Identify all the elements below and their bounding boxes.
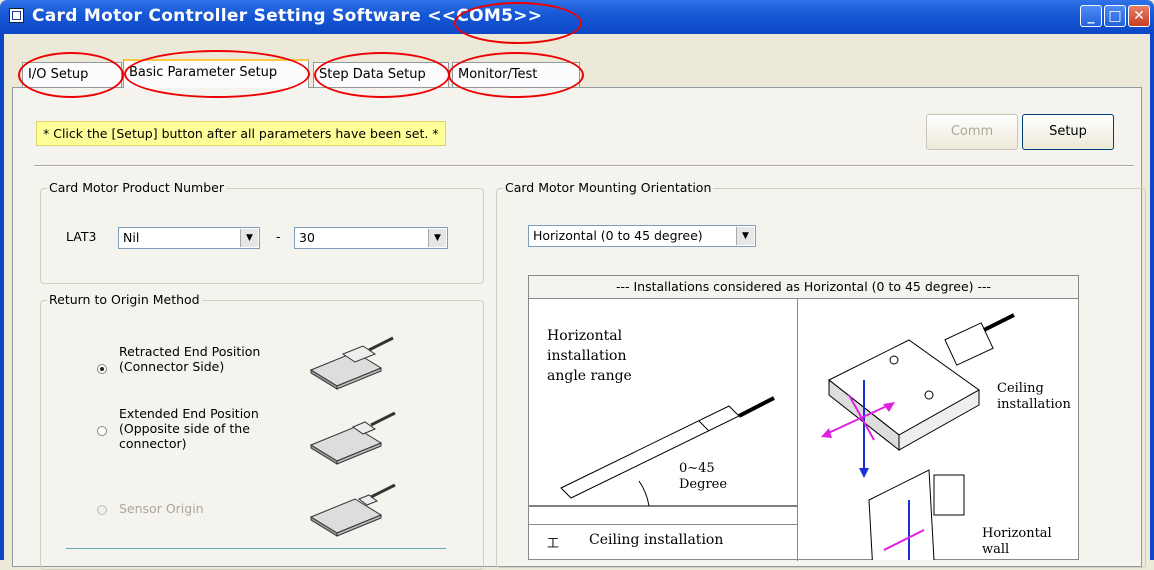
figure-divider-vertical (797, 298, 798, 561)
tab-monitor-test[interactable]: Monitor/Test (452, 62, 580, 87)
chevron-down-icon: ▼ (428, 229, 446, 247)
chevron-down-icon: ▼ (240, 229, 258, 247)
sensor-origin-label: Sensor Origin (119, 501, 204, 516)
horizontal-angle-diagram: 0∼45 Degree (529, 396, 797, 507)
origin-method-legend: Return to Origin Method (47, 292, 202, 307)
dash-label: - (276, 229, 281, 244)
card-motor-image-extended (309, 411, 396, 465)
installation-figure: --- Installations considered as Horizont… (528, 275, 1079, 561)
window-frame-right (1150, 34, 1154, 560)
svg-text:Horizontal: Horizontal (982, 526, 1052, 541)
tab-step-data-setup[interactable]: Step Data Setup (313, 62, 449, 87)
horizontal-angle-label: Horizontal installation angle range (547, 328, 632, 384)
ceiling-installation-diagram: Ceiling installation Horizontal wall (821, 313, 1071, 560)
close-button[interactable]: ✕ (1128, 5, 1150, 27)
chevron-down-icon: ▼ (736, 227, 754, 245)
title-bar: Card Motor Controller Setting Software <… (0, 0, 1154, 34)
window-title-text: Card Motor Controller Setting Software (32, 6, 422, 26)
extended-end-label: Extended End Position (Opposite side of t… (119, 406, 259, 451)
retracted-end-label: Retracted End Position (Connector Side) (119, 344, 261, 374)
divider (34, 165, 1134, 167)
mounting-orientation-select[interactable]: Horizontal (0 to 45 degree) ▼ (528, 225, 756, 247)
tab-basic-parameter-setup[interactable]: Basic Parameter Setup (123, 59, 309, 88)
origin-info-strip (66, 548, 446, 561)
stroke-select[interactable]: 30 ▼ (294, 227, 448, 249)
minimize-button[interactable]: _ (1080, 5, 1102, 27)
ceiling-symbol: 工 (547, 536, 560, 550)
card-motor-image-retracted (309, 336, 394, 390)
setup-button[interactable]: Setup (1022, 114, 1114, 150)
setup-instruction-note: * Click the [Setup] button after all par… (36, 121, 446, 146)
origin-method-group: Return to Origin Method (40, 292, 484, 570)
svg-text:Degree: Degree (679, 477, 727, 492)
svg-text:wall: wall (982, 542, 1009, 557)
app-icon (9, 8, 24, 23)
svg-text:0∼45: 0∼45 (679, 461, 715, 476)
radio-retracted-end[interactable] (97, 364, 107, 374)
maximize-button[interactable]: □ (1104, 5, 1126, 27)
tab-io-setup[interactable]: I/O Setup (22, 62, 122, 87)
product-number-legend: Card Motor Product Number (47, 180, 226, 195)
model-select[interactable]: Nil ▼ (118, 227, 260, 249)
comm-button[interactable]: Comm (926, 114, 1018, 150)
com-port-label: <<COM5>> (427, 6, 543, 26)
radio-extended-end[interactable] (97, 426, 107, 436)
ceiling-installation-label: Ceiling installation (589, 532, 724, 548)
radio-sensor-origin[interactable] (97, 505, 107, 515)
svg-text:Ceiling: Ceiling (997, 381, 1044, 396)
window-title: Card Motor Controller Setting Software <… (32, 6, 542, 26)
window-frame-left (0, 34, 4, 560)
card-motor-image-sensor (309, 483, 396, 537)
lat3-label: LAT3 (66, 229, 97, 244)
figure-header: --- Installations considered as Horizont… (529, 276, 1078, 299)
svg-text:installation: installation (997, 397, 1071, 412)
mounting-orientation-legend: Card Motor Mounting Orientation (503, 180, 714, 195)
